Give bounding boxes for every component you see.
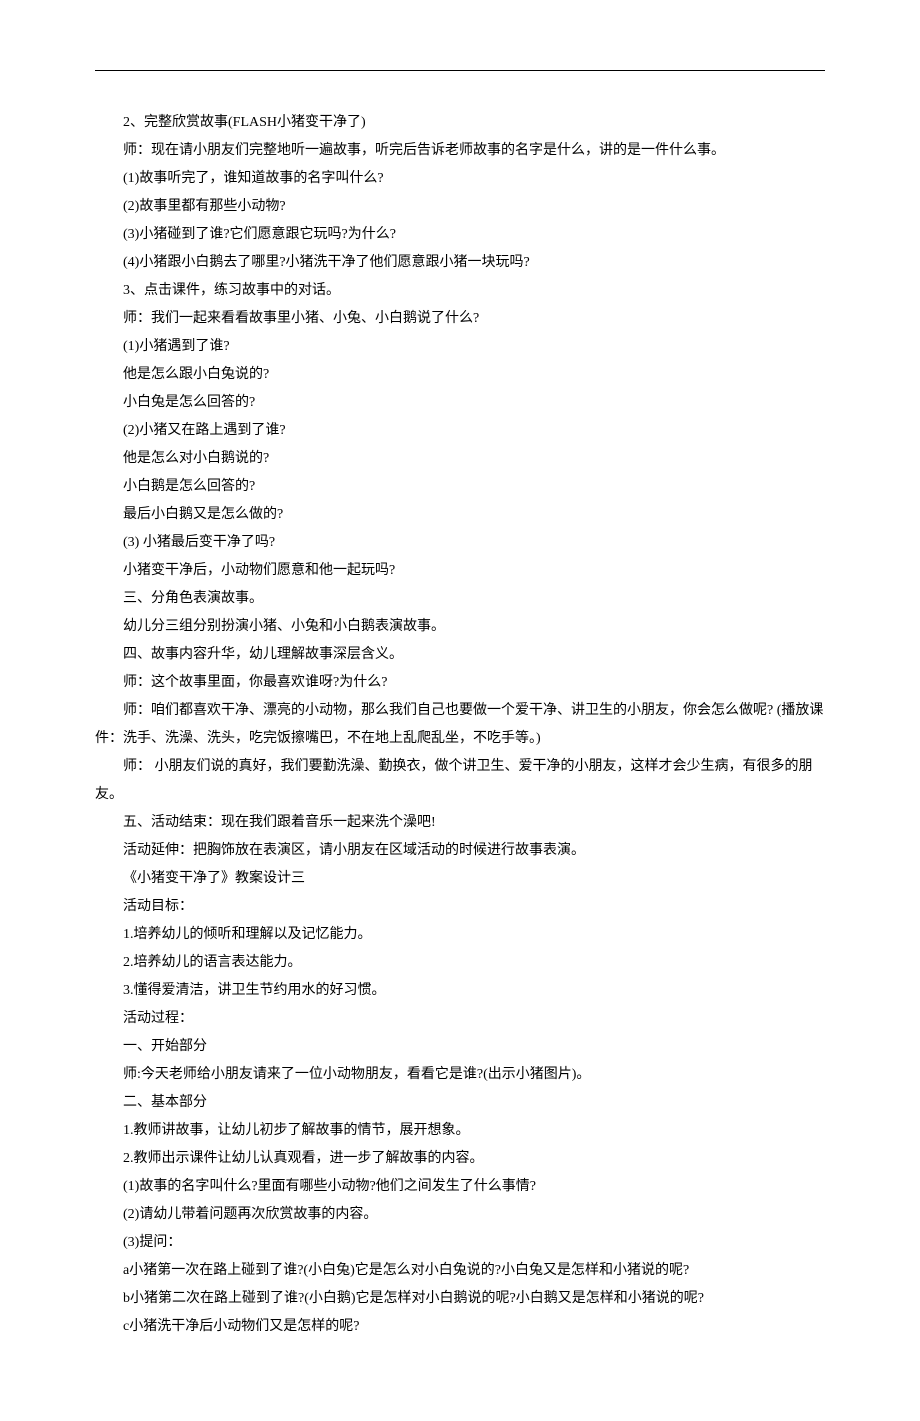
text-line: (4)小猪跟小白鹅去了哪里?小猪洗干净了他们愿意跟小猪一块玩吗?	[95, 249, 825, 277]
text-line: (1)小猪遇到了谁?	[95, 333, 825, 361]
text-line: a小猪第一次在路上碰到了谁?(小白兔)它是怎么对小白兔说的?小白兔又是怎样和小猪…	[95, 1257, 825, 1285]
text-line: 师：咱们都喜欢干净、漂亮的小动物，那么我们自己也要做一个爱干净、讲卫生的小朋友，…	[95, 697, 825, 753]
text-line: 师：现在请小朋友们完整地听一遍故事，听完后告诉老师故事的名字是什么，讲的是一件什…	[95, 137, 825, 165]
text-line: (1)故事听完了，谁知道故事的名字叫什么?	[95, 165, 825, 193]
text-line: 活动过程：	[95, 1005, 825, 1033]
text-line: 3、点击课件，练习故事中的对话。	[95, 277, 825, 305]
text-line: 活动延伸：把胸饰放在表演区，请小朋友在区域活动的时候进行故事表演。	[95, 837, 825, 865]
page-divider	[95, 70, 825, 71]
text-line: 最后小白鹅又是怎么做的?	[95, 501, 825, 529]
text-line: 他是怎么对小白鹅说的?	[95, 445, 825, 473]
text-line: 一、开始部分	[95, 1033, 825, 1061]
text-line: b小猪第二次在路上碰到了谁?(小白鹅)它是怎样对小白鹅说的呢?小白鹅又是怎样和小…	[95, 1285, 825, 1313]
text-line: (1)故事的名字叫什么?里面有哪些小动物?他们之间发生了什么事情?	[95, 1173, 825, 1201]
text-line: 他是怎么跟小白兔说的?	[95, 361, 825, 389]
text-line: 小白兔是怎么回答的?	[95, 389, 825, 417]
text-line: (2)小猪又在路上遇到了谁?	[95, 417, 825, 445]
text-line: 小猪变干净后，小动物们愿意和他一起玩吗?	[95, 557, 825, 585]
text-line: 活动目标：	[95, 893, 825, 921]
text-line: (2)故事里都有那些小动物?	[95, 193, 825, 221]
text-line: (3)小猪碰到了谁?它们愿意跟它玩吗?为什么?	[95, 221, 825, 249]
document-content: 2、完整欣赏故事(FLASH小猪变干净了) 师：现在请小朋友们完整地听一遍故事，…	[95, 109, 825, 1341]
text-line: 五、活动结束：现在我们跟着音乐一起来洗个澡吧!	[95, 809, 825, 837]
text-line: (3)提问：	[95, 1229, 825, 1257]
text-line: 2、完整欣赏故事(FLASH小猪变干净了)	[95, 109, 825, 137]
text-line: 师:今天老师给小朋友请来了一位小动物朋友，看看它是谁?(出示小猪图片)。	[95, 1061, 825, 1089]
text-line: 师：我们一起来看看故事里小猪、小兔、小白鹅说了什么?	[95, 305, 825, 333]
text-line: 三、分角色表演故事。	[95, 585, 825, 613]
text-line: 2.教师出示课件让幼儿认真观看，进一步了解故事的内容。	[95, 1145, 825, 1173]
text-line: 四、故事内容升华，幼儿理解故事深层含义。	[95, 641, 825, 669]
text-line: 1.培养幼儿的倾听和理解以及记忆能力。	[95, 921, 825, 949]
text-line: 师：这个故事里面，你最喜欢谁呀?为什么?	[95, 669, 825, 697]
text-line: (2)请幼儿带着问题再次欣赏故事的内容。	[95, 1201, 825, 1229]
text-line: 《小猪变干净了》教案设计三	[95, 865, 825, 893]
text-line: 幼儿分三组分别扮演小猪、小兔和小白鹅表演故事。	[95, 613, 825, 641]
text-line: 3.懂得爱清洁，讲卫生节约用水的好习惯。	[95, 977, 825, 1005]
text-line: c小猪洗干净后小动物们又是怎样的呢?	[95, 1313, 825, 1341]
text-line: (3) 小猪最后变干净了吗?	[95, 529, 825, 557]
text-line: 2.培养幼儿的语言表达能力。	[95, 949, 825, 977]
text-line: 小白鹅是怎么回答的?	[95, 473, 825, 501]
text-line: 1.教师讲故事，让幼儿初步了解故事的情节，展开想象。	[95, 1117, 825, 1145]
text-line: 师： 小朋友们说的真好，我们要勤洗澡、勤换衣，做个讲卫生、爱干净的小朋友，这样才…	[95, 753, 825, 809]
text-line: 二、基本部分	[95, 1089, 825, 1117]
